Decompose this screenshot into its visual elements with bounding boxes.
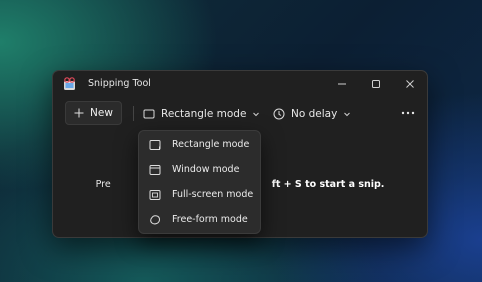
title-bar[interactable]: Snipping Tool xyxy=(53,71,427,99)
maximize-icon xyxy=(372,80,380,88)
toolbar-divider xyxy=(133,106,134,121)
more-options-button[interactable] xyxy=(401,108,415,118)
new-snip-button[interactable]: New xyxy=(65,101,122,125)
menu-item-window-mode[interactable]: Window mode xyxy=(143,159,256,181)
plus-icon xyxy=(74,108,84,118)
snip-mode-dropdown[interactable]: Rectangle mode xyxy=(143,104,260,124)
new-button-label: New xyxy=(90,107,113,119)
menu-item-label: Free-form mode xyxy=(172,214,248,225)
menu-item-label: Window mode xyxy=(172,164,240,175)
rectangle-snip-icon xyxy=(149,140,161,150)
rectangle-snip-icon xyxy=(143,109,155,119)
hint-text-start: Pre xyxy=(95,179,111,190)
menu-item-label: Rectangle mode xyxy=(172,139,250,150)
fullscreen-snip-icon xyxy=(149,190,161,200)
snipping-tool-app-icon xyxy=(64,77,75,90)
toolbar: New Rectangle mode No delay xyxy=(53,99,427,133)
hint-text-end: ft + S to start a snip. xyxy=(271,179,385,190)
window-title: Snipping Tool xyxy=(88,78,151,89)
freeform-snip-icon xyxy=(150,215,161,225)
menu-item-freeform-mode[interactable]: Free-form mode xyxy=(143,209,256,231)
more-icon xyxy=(401,111,415,115)
menu-item-fullscreen-mode[interactable]: Full-screen mode xyxy=(143,184,256,206)
close-button[interactable] xyxy=(393,71,427,97)
close-icon xyxy=(406,80,414,88)
delay-label: No delay xyxy=(291,108,338,120)
menu-item-label: Full-screen mode xyxy=(172,189,254,200)
menu-item-rectangle-mode[interactable]: Rectangle mode xyxy=(143,134,256,156)
minimize-icon xyxy=(338,83,346,85)
window-snip-icon xyxy=(149,165,161,175)
chevron-down-icon xyxy=(344,112,351,117)
chevron-down-icon xyxy=(253,112,260,117)
maximize-button[interactable] xyxy=(359,71,393,97)
clock-icon xyxy=(273,108,285,120)
snip-mode-label: Rectangle mode xyxy=(161,108,247,120)
minimize-button[interactable] xyxy=(325,71,359,97)
delay-dropdown[interactable]: No delay xyxy=(273,104,351,124)
snip-mode-menu: Rectangle mode Window mode Full-screen m… xyxy=(138,130,261,234)
